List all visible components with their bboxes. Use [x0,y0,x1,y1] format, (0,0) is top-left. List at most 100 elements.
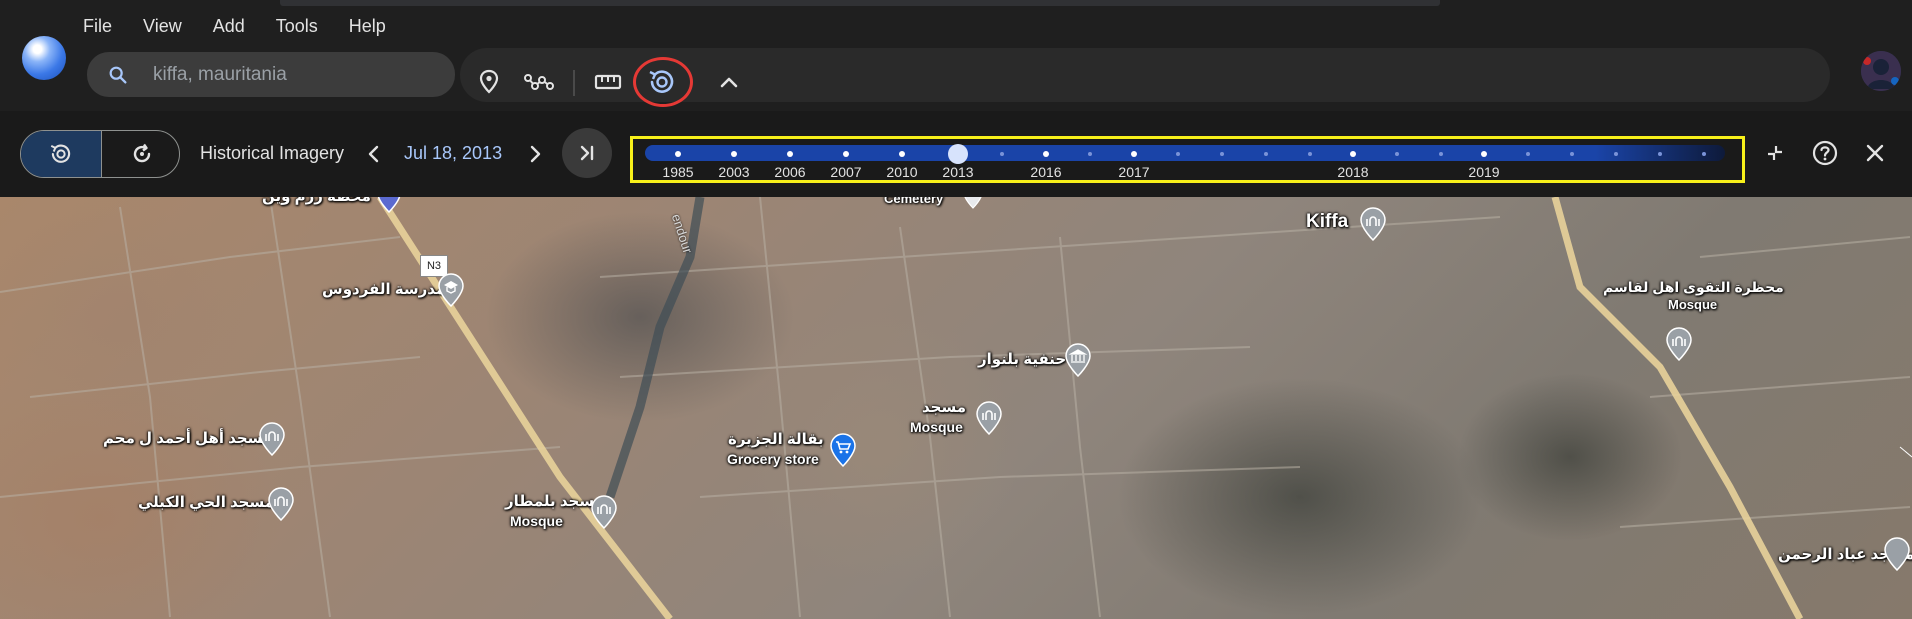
city-label-kiffa[interactable]: Kiffa [1306,212,1348,231]
historical-imagery-button[interactable] [642,62,682,102]
timeline-tick[interactable] [675,151,681,157]
timeline-year-label[interactable]: 2019 [1468,164,1499,180]
timeline-tick[interactable] [1702,152,1706,156]
poi-label[interactable]: محظرة التقوى اهل لقاسم [1603,279,1784,295]
chevron-up-icon [720,77,738,88]
school-pin-icon[interactable] [436,273,466,307]
draw-path-button[interactable] [522,65,556,99]
satellite-map[interactable]: N3 endour محطة رزم وين Cemetery مدرسة ال… [0,197,1912,619]
timeline-tick[interactable] [1308,152,1312,156]
historical-imagery-bar: Historical Imagery Jul 18, 2013 1985 200… [0,111,1912,197]
imagery-date: Jul 18, 2013 [404,143,503,163]
imagery-mode-toggle [20,130,180,178]
timeline-year-label[interactable]: 2013 [942,164,973,180]
menu-add[interactable]: Add [213,16,245,37]
mosque-pin-icon[interactable] [1664,327,1694,361]
timeline-tick[interactable] [1395,152,1399,156]
poi-label[interactable]: Cemetery [884,197,943,207]
historical-imagery-icon [50,144,71,163]
skip-to-end-icon [580,145,594,161]
poi-label[interactable]: Mosque [1668,297,1717,313]
search-icon [109,66,127,84]
poi-label[interactable]: مسجد [922,400,966,416]
refresh-imagery-button[interactable] [101,131,179,177]
timeline-tick[interactable] [1264,152,1268,156]
menu-view[interactable]: View [143,16,182,37]
map-pin-icon[interactable] [376,197,402,213]
timeline-tick[interactable] [731,151,737,157]
poi-label[interactable]: بقالة الجزيرة [728,432,824,448]
timeline-tick[interactable] [1614,152,1618,156]
measure-button[interactable] [591,65,625,99]
close-button[interactable] [1860,138,1890,168]
timeline-tick[interactable] [1481,151,1487,157]
poi-label[interactable]: Mosque [510,513,563,529]
timeline-tick[interactable] [1526,152,1530,156]
timeline-tick[interactable] [1176,152,1180,156]
poi-label[interactable]: مسجد الحي الكبلي [138,495,274,511]
mosque-pin-icon[interactable] [589,495,619,529]
historical-imagery-icon [649,70,674,93]
skip-to-latest-button[interactable] [562,128,612,178]
grocery-cart-pin-icon[interactable] [828,433,858,467]
timeline-year-label[interactable]: 2017 [1118,164,1149,180]
timeline-tick[interactable] [787,151,793,157]
timeline-tick[interactable] [843,151,849,157]
timeline-year-label[interactable]: 2018 [1337,164,1368,180]
timeline-slider-thumb[interactable] [948,144,968,164]
mosque-pin-icon[interactable] [974,401,1004,435]
timeline-year-label[interactable]: 2016 [1030,164,1061,180]
collapse-panel-button[interactable] [1760,138,1790,168]
poi-label[interactable]: حنفية بلنوار [978,352,1066,368]
poi-label[interactable]: Mosque [910,419,963,435]
poi-label[interactable]: مدرسة الفردوس [322,282,445,298]
timeline-tick[interactable] [1658,152,1662,156]
timeline-year-label[interactable]: 2007 [830,164,861,180]
window-scrollbar[interactable] [280,0,1440,6]
timeline-year-label[interactable]: 1985 [662,164,693,180]
timeline-tick[interactable] [1439,152,1443,156]
timeline-tick[interactable] [1350,151,1356,157]
search-box[interactable] [87,52,455,97]
app-bar: File View Add Tools Help [0,12,1912,111]
mosque-pin-icon[interactable] [266,487,296,521]
timeline-year-label[interactable]: 2010 [886,164,917,180]
timeline-tick[interactable] [1043,151,1049,157]
menu-bar: File View Add Tools Help [83,16,417,37]
timeline-tick[interactable] [1131,151,1137,157]
menu-file[interactable]: File [83,16,112,37]
window-top-strip [0,0,1912,12]
timeline-tick[interactable] [899,151,905,157]
poi-label[interactable]: Grocery store [727,451,819,467]
timeline-tick[interactable] [1000,152,1004,156]
previous-date-chevron-icon[interactable] [364,144,384,164]
timeline-year-label[interactable]: 2003 [718,164,749,180]
poi-label[interactable]: مسجد أهل أحمد ل محم [103,431,272,447]
timeline-tick[interactable] [1570,152,1574,156]
timeline-slider-track[interactable] [645,145,1725,161]
timeline-tick[interactable] [1088,152,1092,156]
toolbar-separator [573,70,575,96]
mosque-pin-icon[interactable] [1882,537,1912,571]
measure-ruler-icon [594,74,622,90]
help-button[interactable] [1810,138,1840,168]
mosque-pin-icon[interactable] [257,422,287,456]
historical-mode-button[interactable] [21,131,101,177]
poi-label[interactable]: محطة رزم وين [262,197,371,205]
next-date-chevron-icon[interactable] [525,144,545,164]
timeline-year-label[interactable]: 2006 [774,164,805,180]
landmark-pin-icon[interactable] [1063,343,1093,377]
menu-tools[interactable]: Tools [276,16,318,37]
add-placemark-icon [479,69,499,94]
collapse-toolbar-button[interactable] [712,65,746,99]
add-placemark-button[interactable] [472,65,506,99]
historical-imagery-title: Historical Imagery [200,143,345,163]
menu-help[interactable]: Help [349,16,386,37]
google-earth-logo-icon[interactable] [22,36,66,80]
draw-path-icon [524,74,554,90]
timeline-tick[interactable] [1220,152,1224,156]
city-hall-pin-icon[interactable] [1358,207,1388,241]
avatar[interactable] [1861,51,1901,91]
search-input[interactable] [153,52,433,97]
map-pin-icon[interactable] [962,197,984,209]
